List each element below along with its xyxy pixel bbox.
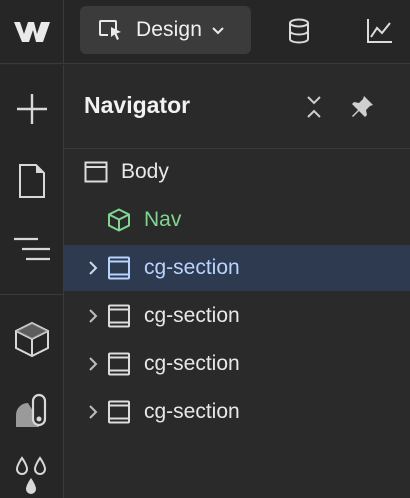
analytics-chart-icon[interactable] (364, 16, 394, 46)
components-icon[interactable] (0, 315, 63, 363)
tree-item-label: cg-section (144, 352, 240, 375)
database-icon[interactable] (284, 16, 314, 46)
panel-title: Navigator (84, 92, 191, 118)
tree-item-label: cg-section (144, 304, 240, 327)
section-icon (107, 352, 131, 376)
chevron-right-icon[interactable] (86, 306, 100, 326)
body-box-icon (84, 160, 108, 184)
top-bar: Design (0, 0, 410, 64)
component-cube-icon (107, 208, 131, 232)
collapse-all-icon[interactable] (298, 91, 330, 123)
cursor-select-icon (99, 20, 121, 40)
section-icon (107, 256, 131, 280)
tree-item-label: Nav (144, 208, 182, 231)
color-swatch-icon[interactable] (0, 450, 63, 498)
design-mode-button[interactable]: Design (80, 6, 251, 54)
tree-item-body[interactable]: Body (64, 149, 410, 195)
left-toolbar (0, 65, 64, 498)
tree-item-nav[interactable]: Nav (64, 197, 410, 243)
navigator-panel: Navigator Body Nav cg-section cg-section… (64, 65, 410, 498)
chevron-down-icon (211, 25, 225, 35)
tree-item-cg-section[interactable]: cg-section (64, 245, 410, 291)
tree-item-cg-section[interactable]: cg-section (64, 389, 410, 435)
add-icon[interactable] (0, 85, 63, 133)
mode-label: Design (136, 18, 202, 41)
navigator-icon[interactable] (0, 225, 63, 273)
tree-item-label: cg-section (144, 256, 240, 279)
page-icon[interactable] (0, 157, 63, 205)
toolbar-divider (0, 294, 63, 295)
webflow-logo[interactable] (0, 0, 64, 64)
section-icon (107, 400, 131, 424)
chevron-right-icon[interactable] (86, 402, 100, 422)
webflow-logo-icon (13, 22, 50, 42)
chevron-right-icon[interactable] (86, 258, 100, 278)
section-icon (107, 304, 131, 328)
tree-item-cg-section[interactable]: cg-section (64, 341, 410, 387)
chevron-right-icon[interactable] (86, 354, 100, 374)
pin-icon[interactable] (346, 91, 378, 123)
tree-item-cg-section[interactable]: cg-section (64, 293, 410, 339)
navigator-header: Navigator (64, 65, 410, 149)
tree-item-label: Body (121, 160, 169, 183)
style-manager-icon[interactable] (0, 387, 63, 435)
tree-item-label: cg-section (144, 400, 240, 423)
